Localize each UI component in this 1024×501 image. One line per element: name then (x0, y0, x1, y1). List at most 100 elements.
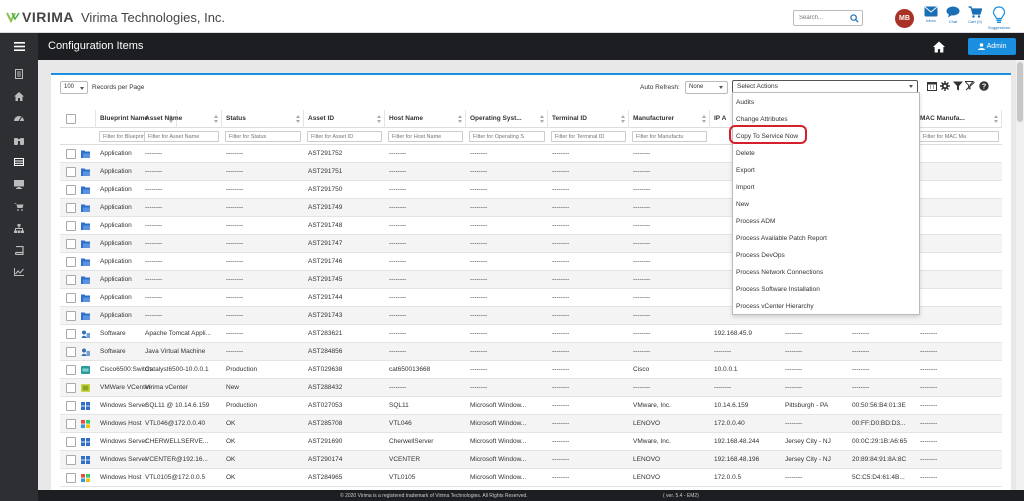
column-header[interactable]: Asset ID (304, 110, 385, 128)
table-row[interactable]: Cisco6500:Switch Catalyst6500-10.0.0.1 Pro… (60, 361, 1002, 379)
virima-logo[interactable]: VIRIMA (6, 9, 74, 25)
menu-item-process-devops[interactable]: Process DevOps (736, 248, 916, 265)
sort-icon[interactable] (994, 115, 998, 123)
column-filter-input[interactable] (632, 131, 707, 142)
menu-item-process-network-connections[interactable]: Process Network Connections (736, 265, 916, 282)
column-header[interactable]: Host Name (385, 110, 466, 128)
home-icon[interactable] (933, 41, 945, 53)
menu-item-audits[interactable]: Audits (736, 95, 916, 112)
sidebar-item-catalog[interactable] (0, 195, 38, 217)
sidebar-item-assets[interactable] (0, 173, 38, 195)
table-cell: -------- (785, 348, 803, 355)
table-row[interactable]: Windows Server SQL11 @ 10.14.6.159 Product… (60, 397, 1002, 415)
windows-color-icon (81, 474, 90, 482)
sort-icon[interactable] (377, 115, 381, 123)
suggestions-button[interactable]: Suggestions (988, 6, 1010, 30)
table-cell: -------- (470, 168, 488, 175)
row-checkbox[interactable] (66, 347, 76, 357)
inbox-button[interactable]: Inbox (920, 6, 942, 23)
vcenter-icon (81, 384, 90, 392)
table-cell: Cisco (633, 366, 650, 373)
menu-item-process-available-patch-report[interactable]: Process Available Patch Report (736, 231, 916, 248)
table-row[interactable]: Windows Server VCENTER@192.16... OK AST2901… (60, 451, 1002, 469)
menu-item-new[interactable]: New (736, 197, 916, 214)
column-filter-input[interactable] (551, 131, 626, 142)
row-checkbox[interactable] (66, 383, 76, 393)
sidebar-item-analytics[interactable] (0, 261, 38, 283)
column-header[interactable]: Manufacturer (629, 110, 710, 128)
menu-item-export[interactable]: Export (736, 163, 916, 180)
row-checkbox[interactable] (66, 473, 76, 483)
table-row[interactable]: Windows Host VTL046@172.0.0.40 OK AST285708… (60, 415, 1002, 433)
sidebar-item-dashboard[interactable] (0, 107, 38, 129)
table-row[interactable]: Software Apache Tomcat Appli... -------- AS… (60, 325, 1002, 343)
menu-item-process-software-installation[interactable]: Process Software Installation (736, 282, 916, 299)
table-row[interactable]: Windows Server CHERWELLSERVE... OK AST29169… (60, 433, 1002, 451)
row-checkbox[interactable] (66, 311, 76, 321)
column-header[interactable]: MAC Manufa... (916, 110, 1002, 128)
page-scrollbar[interactable] (1016, 60, 1024, 490)
sort-icon[interactable] (702, 115, 706, 123)
sidebar-item-configuration-items[interactable] (0, 151, 38, 173)
sort-icon[interactable] (540, 115, 544, 123)
row-checkbox[interactable] (66, 257, 76, 267)
help-icon[interactable]: ? (979, 81, 989, 91)
chat-button[interactable]: Chat (942, 6, 964, 24)
sort-icon[interactable] (214, 115, 218, 123)
table-row[interactable]: VMWare VCenter Virima vCenter New AST288432… (60, 379, 1002, 397)
row-checkbox[interactable] (66, 185, 76, 195)
admin-button[interactable]: Admin (968, 38, 1016, 55)
menu-toggle[interactable] (0, 35, 38, 57)
select-all-checkbox[interactable] (66, 114, 76, 124)
table-row[interactable]: Windows Host VTL0105@172.0.0.5 OK AST284965… (60, 469, 1002, 487)
menu-item-delete[interactable]: Delete (736, 146, 916, 163)
sort-icon[interactable] (458, 115, 462, 123)
sidebar-item-reports[interactable] (0, 63, 38, 85)
column-filter-input[interactable] (388, 131, 463, 142)
row-checkbox[interactable] (66, 437, 76, 447)
row-checkbox[interactable] (66, 203, 76, 213)
sort-icon[interactable] (621, 115, 625, 123)
column-header[interactable]: Asset Name (141, 110, 222, 128)
column-header[interactable]: Terminal ID (548, 110, 629, 128)
table-cell: 192.168.45.9 (714, 330, 752, 337)
column-header[interactable]: Status (222, 110, 304, 128)
auto-refresh-select[interactable]: None (685, 81, 728, 94)
cart-button[interactable]: Cart (0) (964, 6, 986, 24)
row-checkbox[interactable] (66, 275, 76, 285)
menu-item-process-vcenter-hierarchy[interactable]: Process vCenter Hierarchy (736, 299, 916, 316)
menu-item-process-adm[interactable]: Process ADM (736, 214, 916, 231)
row-checkbox[interactable] (66, 167, 76, 177)
column-filter-input[interactable] (919, 131, 999, 142)
row-checkbox[interactable] (66, 401, 76, 411)
row-checkbox[interactable] (66, 329, 76, 339)
row-checkbox[interactable] (66, 365, 76, 375)
search-icon[interactable] (850, 14, 859, 23)
column-filter-input[interactable] (469, 131, 545, 142)
menu-item-import[interactable]: Import (736, 180, 916, 197)
scrollbar-thumb[interactable] (1017, 62, 1023, 122)
column-filter-input[interactable] (225, 131, 301, 142)
row-checkbox[interactable] (66, 419, 76, 429)
search-input[interactable] (794, 11, 846, 25)
filter-icon[interactable] (953, 81, 963, 91)
calendar-icon[interactable] (927, 81, 937, 91)
gear-icon[interactable] (940, 81, 950, 91)
row-checkbox[interactable] (66, 221, 76, 231)
column-header[interactable]: Operating Syst... (466, 110, 548, 128)
row-checkbox[interactable] (66, 239, 76, 249)
table-row[interactable]: Software Java Virtual Machine -------- AST2… (60, 343, 1002, 361)
sidebar-item-knowledge[interactable] (0, 239, 38, 261)
sidebar-item-discovery[interactable] (0, 129, 38, 151)
user-avatar[interactable]: MB (895, 9, 914, 28)
column-filter-input[interactable] (144, 131, 219, 142)
sort-icon[interactable] (296, 115, 300, 123)
row-checkbox[interactable] (66, 455, 76, 465)
records-per-page-select[interactable]: 100 (60, 81, 88, 94)
sidebar-item-hierarchy[interactable] (0, 217, 38, 239)
sidebar-item-home[interactable] (0, 85, 38, 107)
row-checkbox[interactable] (66, 293, 76, 303)
column-filter-input[interactable] (307, 131, 382, 142)
row-checkbox[interactable] (66, 149, 76, 159)
clear-filter-icon[interactable] (965, 81, 975, 91)
